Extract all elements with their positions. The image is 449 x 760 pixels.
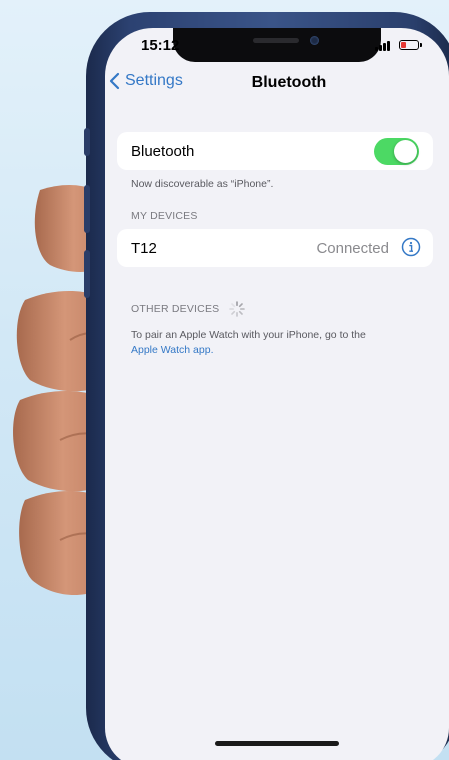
home-indicator[interactable]: [215, 741, 339, 746]
phone-side-button: [84, 185, 90, 233]
apple-watch-app-link[interactable]: Apple Watch app.: [131, 344, 214, 356]
device-name: T12: [131, 240, 157, 257]
toggle-knob: [394, 140, 417, 163]
battery-tip: [420, 43, 422, 47]
other-devices-header: OTHER DEVICES: [131, 303, 220, 315]
device-row[interactable]: T12 Connected: [117, 229, 433, 267]
phone-side-button: [84, 128, 90, 156]
spinner-icon: [229, 301, 245, 317]
notch: [173, 28, 381, 62]
phone-screen: 15:12 Settings Bluetooth Bluetooth Now d…: [105, 28, 449, 760]
phone-side-button: [84, 250, 90, 298]
bluetooth-row: Bluetooth: [117, 132, 433, 170]
status-time: 15:12: [141, 37, 180, 54]
info-circle-icon[interactable]: [401, 237, 421, 257]
bluetooth-row-label: Bluetooth: [131, 143, 195, 160]
cellular-signal-icon: [375, 41, 390, 51]
pair-watch-footnote: To pair an Apple Watch with your iPhone,…: [131, 328, 431, 358]
earpiece-speaker: [253, 38, 299, 43]
bluetooth-toggle[interactable]: [374, 138, 419, 165]
device-status: Connected: [316, 240, 389, 257]
front-camera: [310, 36, 319, 45]
battery-charging-icon: [399, 40, 419, 50]
pair-watch-text: To pair an Apple Watch with your iPhone,…: [131, 329, 366, 341]
page-title: Bluetooth: [251, 74, 327, 91]
discoverable-caption: Now discoverable as “iPhone”.: [131, 178, 274, 190]
my-devices-header: MY DEVICES: [131, 210, 198, 222]
